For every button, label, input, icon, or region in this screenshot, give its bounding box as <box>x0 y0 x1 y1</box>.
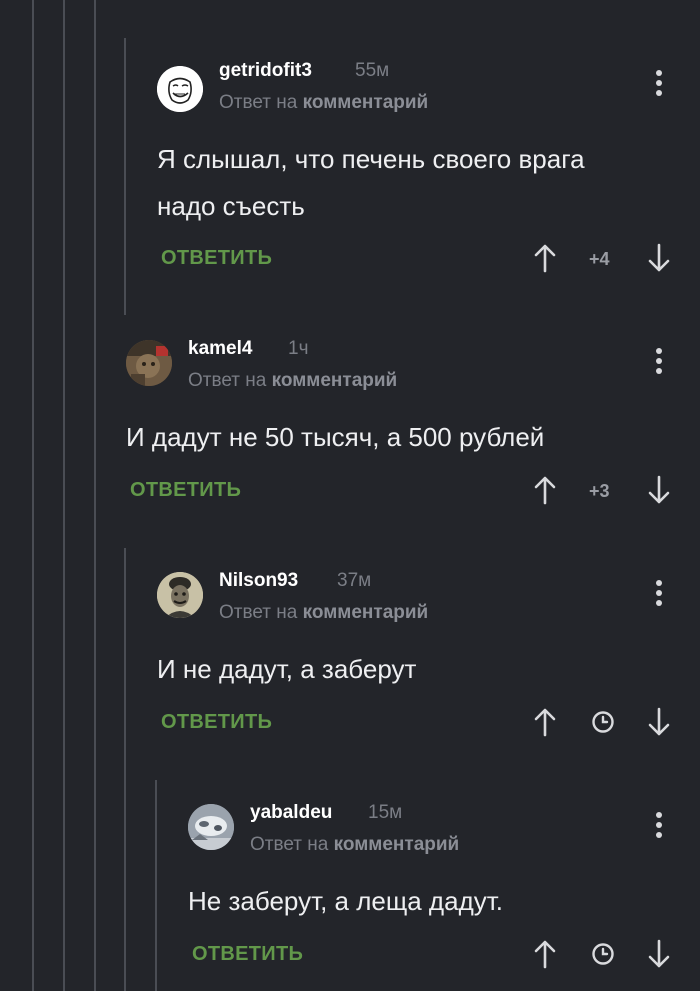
thread-line <box>124 548 126 991</box>
comment-time: 55м <box>355 60 390 81</box>
trollface-avatar-icon <box>157 66 203 112</box>
username[interactable]: yabaldeu <box>250 802 332 824</box>
snow-avatar-icon <box>188 804 234 850</box>
reply-prefix: Ответ на <box>219 92 298 113</box>
reply-target-link[interactable]: комментарий <box>303 92 429 113</box>
reply-button[interactable]: ОТВЕТИТЬ <box>161 711 272 734</box>
comment-time: 37м <box>337 570 372 591</box>
reply-to: Ответ на комментарий <box>219 92 428 114</box>
avatar[interactable] <box>188 804 234 850</box>
comment-text: И дадут не 50 тысяч, а 500 рублей <box>126 414 544 461</box>
comment-line: Не заберут, а леща дадут. <box>188 886 503 916</box>
reply-target-link[interactable]: комментарий <box>334 834 460 855</box>
comment-time: 1ч <box>288 338 309 359</box>
thread-line <box>124 38 126 315</box>
clock-icon <box>592 711 614 733</box>
more-vertical-icon[interactable] <box>654 812 664 842</box>
reply-target-link[interactable]: комментарий <box>272 370 398 391</box>
reply-button[interactable]: ОТВЕТИТЬ <box>130 479 241 502</box>
arrow-up-icon[interactable] <box>533 243 557 273</box>
rating-score: +4 <box>589 249 610 269</box>
reply-prefix: Ответ на <box>250 834 329 855</box>
comment: kamel4 1ч Ответ на комментарий И дадут н… <box>126 318 687 518</box>
arrow-down-icon[interactable] <box>647 939 671 969</box>
comment: Nilson93 37м Ответ на комментарий И не д… <box>157 550 687 750</box>
comment-text: Я слышал, что печень своего врага надо с… <box>157 136 585 230</box>
reply-to: Ответ на комментарий <box>219 602 428 624</box>
reply-to: Ответ на комментарий <box>250 834 459 856</box>
reply-prefix: Ответ на <box>188 370 267 391</box>
comment-line: И не дадут, а заберут <box>157 654 417 684</box>
avatar[interactable] <box>126 340 172 386</box>
photo-avatar-icon <box>126 340 172 386</box>
more-vertical-icon[interactable] <box>654 70 664 100</box>
username[interactable]: Nilson93 <box>219 570 298 592</box>
more-vertical-icon[interactable] <box>654 348 664 378</box>
more-vertical-icon[interactable] <box>654 580 664 610</box>
comment-line: Я слышал, что печень своего врага <box>157 144 585 174</box>
comment-text: Не заберут, а леща дадут. <box>188 878 503 925</box>
arrow-down-icon[interactable] <box>647 243 671 273</box>
arrow-down-icon[interactable] <box>647 475 671 505</box>
comment-text: И не дадут, а заберут <box>157 646 416 693</box>
thread-line <box>32 0 34 991</box>
username[interactable]: getridofit3 <box>219 60 312 82</box>
reply-button[interactable]: ОТВЕТИТЬ <box>192 943 303 966</box>
thread-line <box>63 0 65 991</box>
portrait-avatar-icon <box>157 572 203 618</box>
username[interactable]: kamel4 <box>188 338 252 360</box>
rating-score: +3 <box>589 481 610 501</box>
comment-line: надо съесть <box>157 191 305 221</box>
comment: getridofit3 55м Ответ на комментарий Я с… <box>157 40 687 300</box>
comment-time: 15м <box>368 802 403 823</box>
reply-to: Ответ на комментарий <box>188 370 397 392</box>
arrow-up-icon[interactable] <box>533 475 557 505</box>
thread-line <box>94 0 96 991</box>
comment: yabaldeu 15м Ответ на комментарий Не заб… <box>188 782 687 982</box>
clock-icon <box>592 943 614 965</box>
arrow-up-icon[interactable] <box>533 707 557 737</box>
reply-target-link[interactable]: комментарий <box>303 602 429 623</box>
avatar[interactable] <box>157 66 203 112</box>
comment-line: И дадут не 50 тысяч, а 500 рублей <box>126 422 545 452</box>
arrow-up-icon[interactable] <box>533 939 557 969</box>
avatar[interactable] <box>157 572 203 618</box>
arrow-down-icon[interactable] <box>647 707 671 737</box>
reply-button[interactable]: ОТВЕТИТЬ <box>161 247 272 270</box>
thread-line <box>155 780 157 991</box>
reply-prefix: Ответ на <box>219 602 298 623</box>
